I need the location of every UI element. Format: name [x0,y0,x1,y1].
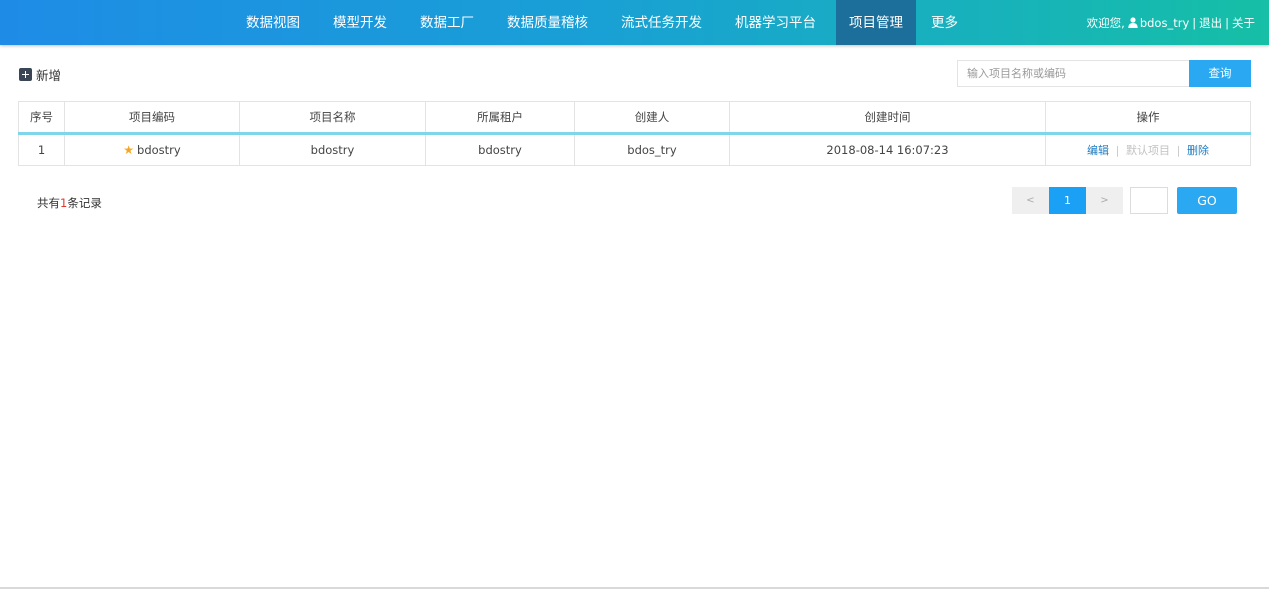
col-header-code: 项目编码 [64,101,240,135]
cell-name: bdostry [239,133,426,166]
col-header-tenant: 所属租户 [425,101,575,135]
welcome-text: 欢迎您, [1086,15,1125,30]
main-nav: 数据视图 模型开发 数据工厂 数据质量稽核 流式任务开发 机器学习平台 项目管理… [233,0,971,45]
nav-item-more[interactable]: 更多 [918,0,971,45]
prev-page-button[interactable]: < [1012,187,1049,214]
about-link[interactable]: 关于 [1232,0,1255,46]
nav-item-project-management[interactable]: 项目管理 [836,0,916,45]
next-page-button[interactable]: > [1086,187,1123,214]
cell-creator: bdos_try [574,133,730,166]
separator: | [1192,15,1197,30]
cell-actions: 编辑 | 默认项目 | 删除 [1045,133,1251,166]
total-suffix: 条记录 [67,196,102,210]
logout-link[interactable]: 退出 [1199,0,1222,46]
nav-item-data-quality[interactable]: 数据质量稽核 [494,0,601,45]
nav-item-data-factory[interactable]: 数据工厂 [407,0,487,45]
record-count: 共有1条记录 [37,195,102,211]
col-header-actions: 操作 [1045,101,1251,135]
col-header-creator: 创建人 [574,101,730,135]
nav-item-ml-platform[interactable]: 机器学习平台 [722,0,829,45]
separator: | [1115,144,1120,157]
add-button-label: 新增 [36,67,62,83]
search-input[interactable] [957,60,1189,87]
project-code: bdostry [137,143,181,157]
edit-link[interactable]: 编辑 [1087,144,1109,157]
pagination: < 1 > [1012,187,1123,214]
col-header-created-at: 创建时间 [729,101,1046,135]
separator: | [1176,144,1181,157]
cell-index: 1 [18,133,65,166]
search-button[interactable]: 查询 [1189,60,1251,87]
nav-item-stream-task[interactable]: 流式任务开发 [608,0,715,45]
page-button-current[interactable]: 1 [1049,187,1086,214]
cell-code: ★ bdostry [64,133,240,166]
delete-link[interactable]: 删除 [1187,144,1209,157]
cell-tenant: bdostry [425,133,575,166]
user-box: 欢迎您, bdos_try | 退出 | 关于 [1087,0,1255,45]
separator: | [1225,15,1229,30]
add-project-button[interactable]: 新增 [19,66,62,83]
username: bdos_try [1139,15,1190,30]
star-icon: ★ [123,143,135,157]
nav-item-data-view[interactable]: 数据视图 [233,0,313,45]
project-table: 序号 项目编码 项目名称 所属租户 创建人 创建时间 操作 1 ★ bdostry… [18,101,1251,166]
plus-square-icon [19,67,32,81]
user-icon [1125,0,1140,46]
go-button[interactable]: GO [1177,187,1237,214]
col-header-name: 项目名称 [239,101,426,135]
page-number-input[interactable] [1130,187,1168,214]
table-row: 1 ★ bdostry bdostry bdostry bdos_try 2018… [18,133,1251,166]
nav-item-model-dev[interactable]: 模型开发 [320,0,400,45]
col-header-index: 序号 [18,101,65,135]
cell-created-at: 2018-08-14 16:07:23 [729,133,1046,166]
top-navbar: 数据视图 模型开发 数据工厂 数据质量稽核 流式任务开发 机器学习平台 项目管理… [0,0,1269,45]
table-header-row: 序号 项目编码 项目名称 所属租户 创建人 创建时间 操作 [18,101,1251,135]
set-default-link[interactable]: 默认项目 [1126,144,1170,157]
total-prefix: 共有 [37,196,60,210]
